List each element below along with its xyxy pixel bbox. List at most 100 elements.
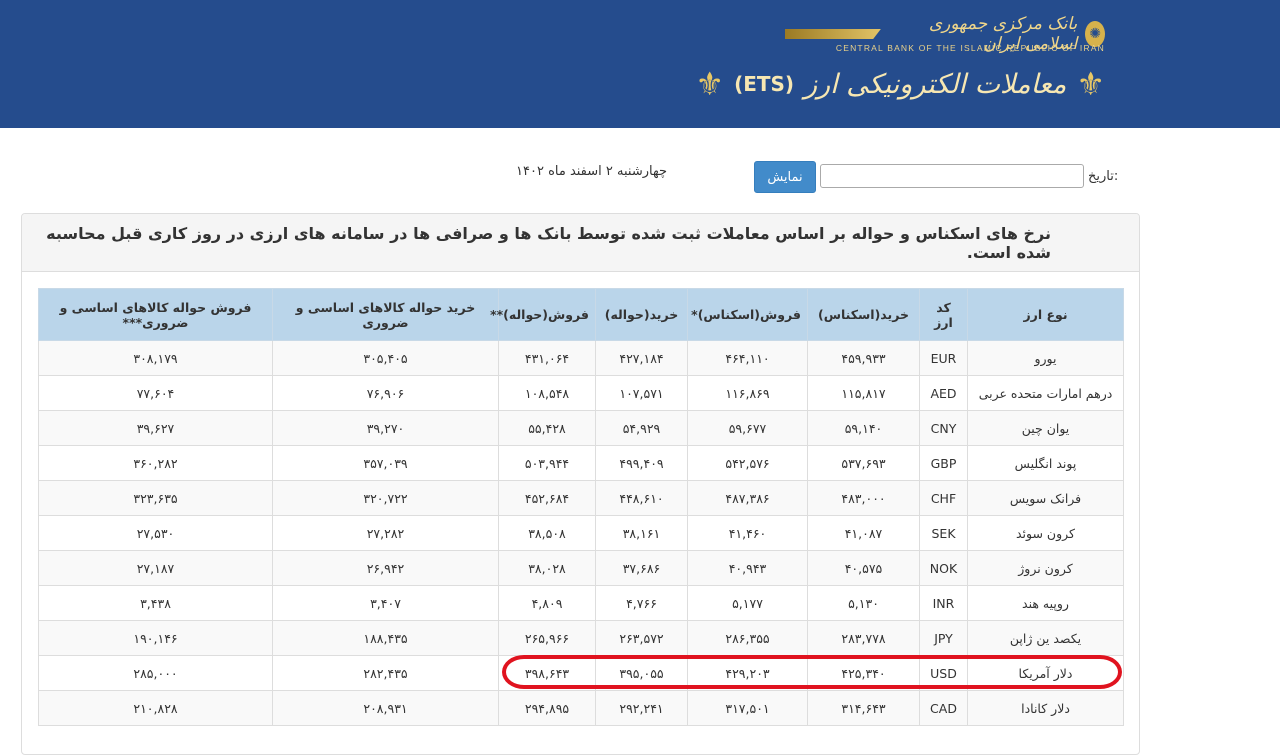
table-row: یوان چین CNY ۵۹,۱۴۰ ۵۹,۶۷۷ ۵۴,۹۲۹ ۵۵,۴۲۸ ۳۹,۲۷… [38,410,1124,446]
currency-code: EUR [919,340,968,376]
panel-heading: نرخ های اسکناس و حواله بر اساس معاملات ث… [22,214,1139,272]
currency-name: روپیه هند [967,585,1124,621]
rate-cell: ۵,۱۷۷ [687,585,808,621]
table-row: دلار آمریکا USD ۴۲۵,۳۴۰ ۴۲۹,۲۰۳ ۳۹۵,۰۵۵ ۳۹۸,۶… [38,655,1124,691]
rate-cell: ۳,۴۰۷ [272,585,499,621]
table-row: کرون سوئد SEK ۴۱,۰۸۷ ۴۱,۴۶۰ ۳۸,۱۶۱ ۳۸,۵۰۸ ۲۷,۲… [38,515,1124,551]
rate-cell: ۳۱۴,۶۴۳ [807,690,920,726]
system-title-row: ⚜ معاملات الکترونیکی ارز (ETS) ⚜ [695,68,1105,100]
rate-cell: ۴,۸۰۹ [498,585,596,621]
rate-cell: ۴۸۳,۰۰۰ [807,480,920,516]
rate-cell: ۵۹,۱۴۰ [807,410,920,446]
system-name-fa: معاملات الکترونیکی ارز [804,68,1067,100]
currency-name: کرون نروژ [967,550,1124,586]
table-row: فرانک سویس CHF ۴۸۳,۰۰۰ ۴۸۷,۳۸۶ ۴۴۸,۶۱۰ ۴۵۲,۶۸… [38,480,1124,516]
rate-cell: ۱۸۸,۴۳۵ [272,620,499,656]
system-name-en: (ETS) [734,72,795,96]
rate-cell: ۴۵۹,۹۳۳ [807,340,920,376]
site-header: ✺ بانک مرکزی جمهوری اسلامی ایران CENTRAL… [0,0,1280,128]
rate-cell: ۴۱,۰۸۷ [807,515,920,551]
rate-cell: ۲۹۴,۸۹۵ [498,690,596,726]
rate-cell: ۲۸۳,۷۷۸ [807,620,920,656]
rate-cell: ۲۷,۲۸۲ [272,515,499,551]
rate-cell: ۷۷,۶۰۴ [38,375,273,411]
gold-bar-decoration [785,29,881,39]
brand-block: ✺ بانک مرکزی جمهوری اسلامی ایران CENTRAL… [695,10,1105,110]
rate-cell: ۲۶,۹۴۲ [272,550,499,586]
rate-cell: ۲۶۵,۹۶۶ [498,620,596,656]
currency-name: درهم امارات متحده عربی [967,375,1124,411]
currency-code: GBP [919,445,968,481]
rate-cell: ۲۸۶,۳۵۵ [687,620,808,656]
fleur-icon-left: ⚜ [695,65,725,103]
rate-cell: ۲۰۸,۹۳۱ [272,690,499,726]
rate-cell: ۲۱۰,۸۲۸ [38,690,273,726]
rate-cell: ۴۳۱,۰۶۴ [498,340,596,376]
rate-cell: ۲۸۲,۴۳۵ [272,655,499,691]
rate-cell: ۳۰۸,۱۷۹ [38,340,273,376]
currency-code: JPY [919,620,968,656]
rate-cell: ۵,۱۳۰ [807,585,920,621]
rate-cell: ۳,۴۳۸ [38,585,273,621]
bank-name-en: CENTRAL BANK OF THE ISLAMIC REPUBLIC OF … [835,43,1105,53]
currency-name: فرانک سویس [967,480,1124,516]
date-input[interactable] [820,164,1084,188]
rate-cell: ۱۹۰,۱۴۶ [38,620,273,656]
currency-code: CAD [919,690,968,726]
table-row: دلار کانادا CAD ۳۱۴,۶۴۳ ۳۱۷,۵۰۱ ۲۹۲,۲۴۱ ۲۹۴,۸… [38,690,1124,726]
rate-cell: ۳۹۸,۶۴۳ [498,655,596,691]
column-header: خرید(حواله) [595,288,688,341]
rate-cell: ۳۲۳,۶۳۵ [38,480,273,516]
currency-name: دلار آمریکا [967,655,1124,691]
rate-cell: ۳۹,۶۲۷ [38,410,273,446]
current-date: چهارشنبه ۲ اسفند ماه ۱۴۰۲ [516,164,667,179]
rate-cell: ۴,۷۶۶ [595,585,688,621]
currency-name: یوان چین [967,410,1124,446]
currency-code: NOK [919,550,968,586]
currency-code: SEK [919,515,968,551]
table-row: روپیه هند INR ۵,۱۳۰ ۵,۱۷۷ ۴,۷۶۶ ۴,۸۰۹ ۳,۴۰۷ ۳,۴… [38,585,1124,621]
column-header: فروش(حواله)** [490,288,596,341]
rates-table-body: یورو EUR ۴۵۹,۹۳۳ ۴۶۴,۱۱۰ ۴۲۷,۱۸۴ ۴۳۱,۰۶۴ ۳۰۵,۴… [38,340,1124,726]
rate-cell: ۱۱۵,۸۱۷ [807,375,920,411]
rate-cell: ۴۴۸,۶۱۰ [595,480,688,516]
rate-cell: ۱۰۷,۵۷۱ [595,375,688,411]
fleur-icon-right: ⚜ [1076,65,1105,103]
currency-code: CHF [919,480,968,516]
show-button[interactable]: نمایش [754,161,816,193]
rate-cell: ۲۷,۵۳۰ [38,515,273,551]
currency-name: یکصد ین ژاپن [967,620,1124,656]
rate-cell: ۷۶,۹۰۶ [272,375,499,411]
rate-cell: ۴۰,۹۴۳ [687,550,808,586]
rate-cell: ۲۸۵,۰۰۰ [38,655,273,691]
rate-cell: ۵۴,۹۲۹ [595,410,688,446]
rate-cell: ۵۵,۴۲۸ [498,410,596,446]
rate-cell: ۳۹۵,۰۵۵ [595,655,688,691]
currency-name: دلار کانادا [967,690,1124,726]
column-header: نوع ارز [967,288,1124,341]
rate-cell: ۴۱,۴۶۰ [687,515,808,551]
table-header-row: نوع ارز کد ارز خرید(اسکناس) فروش(اسکناس)… [38,288,1124,341]
rate-cell: ۴۵۲,۶۸۴ [498,480,596,516]
currency-code: INR [919,585,968,621]
currency-code: AED [919,375,968,411]
currency-name: پوند انگلیس [967,445,1124,481]
rate-cell: ۵۴۲,۵۷۶ [687,445,808,481]
rate-cell: ۳۸,۵۰۸ [498,515,596,551]
rate-cell: ۳۲۰,۷۲۲ [272,480,499,516]
rate-cell: ۳۹,۲۷۰ [272,410,499,446]
rate-cell: ۳۷,۶۸۶ [595,550,688,586]
column-header: فروش حواله کالاهای اساسی و ضروری*** [38,288,273,341]
currency-code: USD [919,655,968,691]
rate-cell: ۴۰,۵۷۵ [807,550,920,586]
table-row: یورو EUR ۴۵۹,۹۳۳ ۴۶۴,۱۱۰ ۴۲۷,۱۸۴ ۴۳۱,۰۶۴ ۳۰۵,۴… [38,340,1124,376]
date-label: تاریخ: [1088,169,1119,184]
rate-cell: ۳۸,۰۲۸ [498,550,596,586]
currency-code: CNY [919,410,968,446]
rate-cell: ۴۹۹,۴۰۹ [595,445,688,481]
rate-cell: ۳۶۰,۲۸۲ [38,445,273,481]
rate-cell: ۴۸۷,۳۸۶ [687,480,808,516]
rate-cell: ۳۰۵,۴۰۵ [272,340,499,376]
table-row: درهم امارات متحده عربی AED ۱۱۵,۸۱۷ ۱۱۶,۸۶۹ ۱… [38,375,1124,411]
rate-cell: ۳۱۷,۵۰۱ [687,690,808,726]
